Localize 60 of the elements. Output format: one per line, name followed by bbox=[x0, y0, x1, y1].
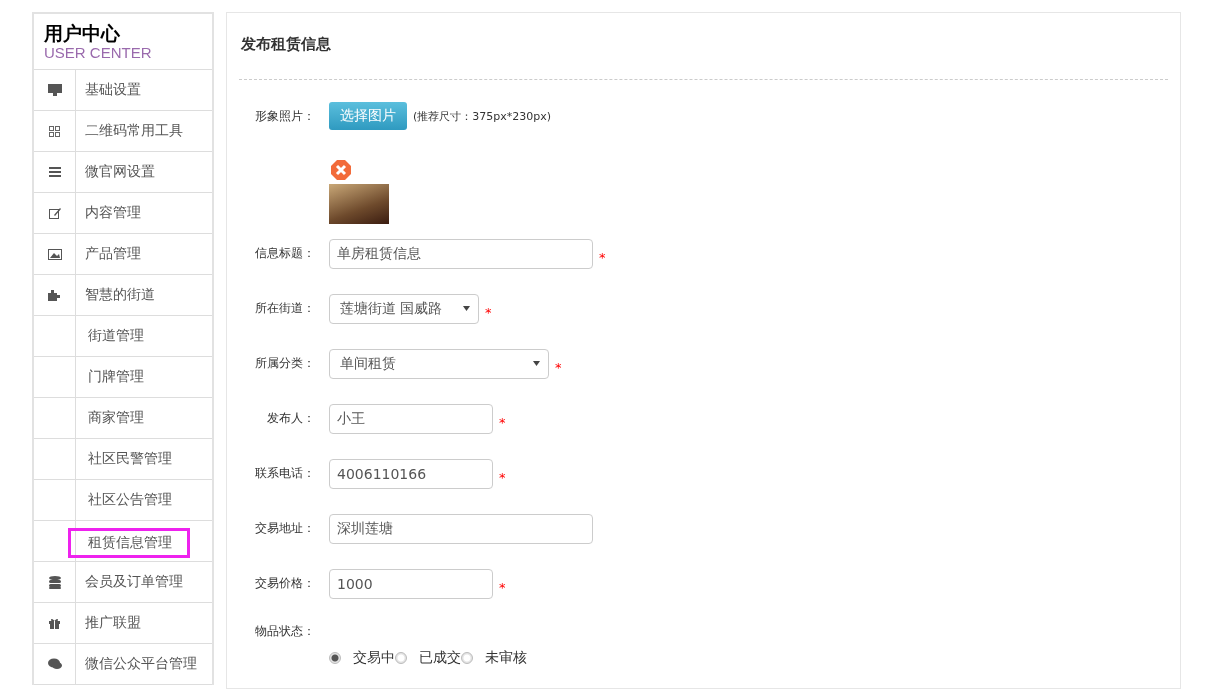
panel-title: 发布租赁信息 bbox=[239, 13, 1168, 80]
monitor-icon bbox=[47, 84, 62, 96]
input-field[interactable]: 单房租赁信息 bbox=[329, 238, 593, 269]
field-label: 联系电话： bbox=[254, 465, 315, 482]
sidebar-item[interactable]: 二维码常用工具 bbox=[76, 111, 212, 151]
edit-icon bbox=[48, 207, 61, 219]
sidebar-item[interactable]: 智慧的街道 bbox=[76, 275, 212, 315]
gift-icon bbox=[49, 617, 60, 629]
input-field[interactable]: 1000 bbox=[329, 568, 493, 599]
field-label: 物品状态： bbox=[254, 623, 315, 640]
chat-icon bbox=[47, 658, 62, 670]
sidebar-subitem[interactable]: 商家管理 bbox=[68, 403, 190, 433]
field-label: 信息标题： bbox=[254, 245, 315, 262]
sidebar-subitem[interactable]: 社区公告管理 bbox=[68, 485, 190, 515]
puzzle-icon bbox=[48, 289, 61, 301]
sidebar-subitem[interactable]: 租赁信息管理 bbox=[68, 527, 190, 558]
input-field[interactable]: 4006110166 bbox=[329, 458, 493, 489]
select-field[interactable]: 单间租赁 bbox=[329, 348, 549, 379]
radio-button[interactable] bbox=[395, 652, 407, 664]
select-field[interactable]: 莲塘街道 国威路 bbox=[329, 293, 479, 324]
menu-icon bbox=[48, 167, 61, 177]
sidebar-item[interactable]: 微信公众平台管理 bbox=[76, 644, 212, 684]
sidebar-item[interactable]: 基础设置 bbox=[76, 70, 212, 110]
sidebar-subitem[interactable]: 街道管理 bbox=[68, 321, 190, 351]
field-label: 形象照片： bbox=[254, 107, 315, 125]
sidebar-subtitle: USER CENTER bbox=[44, 44, 153, 61]
sidebar-item[interactable]: 推广联盟 bbox=[76, 603, 212, 643]
required-mark: * bbox=[485, 305, 492, 320]
caret-icon bbox=[463, 306, 470, 311]
sidebar-item[interactable]: 微官网设置 bbox=[76, 152, 212, 192]
radio-label: 未审核 bbox=[485, 649, 527, 667]
sidebar-item[interactable]: 内容管理 bbox=[76, 193, 212, 233]
size-hint: (推荐尺寸：375px*230px) bbox=[413, 108, 552, 124]
sidebar-subitem[interactable]: 社区民警管理 bbox=[68, 444, 190, 474]
required-mark: * bbox=[555, 360, 562, 375]
field-label: 交易地址： bbox=[254, 520, 315, 537]
image-icon bbox=[47, 248, 62, 260]
field-label: 交易价格： bbox=[254, 575, 315, 592]
input-field[interactable]: 小王 bbox=[329, 403, 493, 434]
sidebar-title: 用户中心 bbox=[44, 22, 121, 44]
field-label: 所在街道： bbox=[254, 300, 315, 317]
delete-icon[interactable] bbox=[331, 160, 351, 180]
required-mark: * bbox=[499, 415, 506, 430]
radio-label: 交易中 bbox=[353, 649, 395, 667]
radio-button[interactable] bbox=[461, 652, 473, 664]
radio-label: 已成交 bbox=[419, 649, 461, 667]
photo-placeholder bbox=[329, 184, 389, 224]
sidebar-subitem[interactable]: 门牌管理 bbox=[68, 362, 190, 392]
required-mark: * bbox=[499, 470, 506, 485]
sidebar-item[interactable]: 产品管理 bbox=[76, 234, 212, 274]
required-mark: * bbox=[499, 580, 506, 595]
database-icon bbox=[48, 575, 61, 589]
caret-icon bbox=[533, 361, 540, 366]
input-field[interactable]: 深圳莲塘 bbox=[329, 513, 593, 544]
sidebar-item[interactable]: 会员及订单管理 bbox=[76, 562, 212, 602]
qr-code-icon bbox=[49, 125, 60, 137]
radio-button[interactable] bbox=[329, 652, 341, 664]
required-mark: * bbox=[599, 250, 606, 265]
field-label: 发布人： bbox=[266, 410, 315, 427]
field-label: 所属分类： bbox=[254, 355, 315, 372]
